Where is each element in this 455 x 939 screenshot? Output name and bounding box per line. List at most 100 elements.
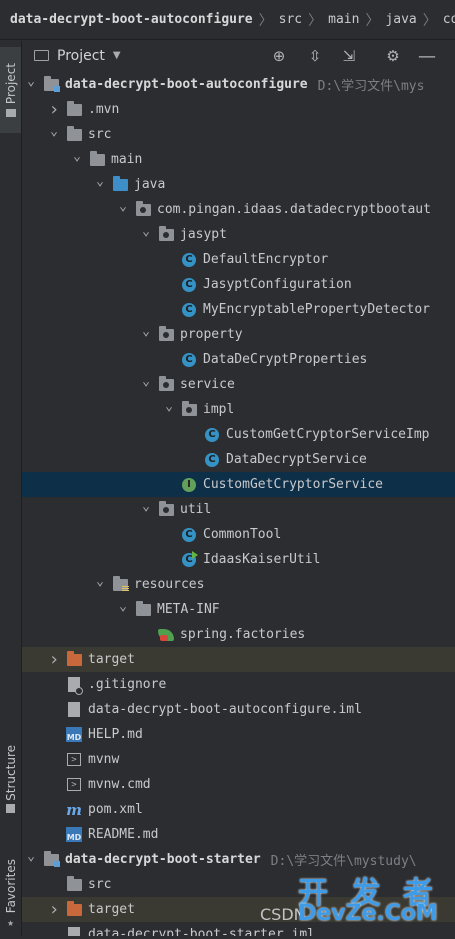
breadcrumb-separator-icon: 〉 (422, 12, 437, 29)
file-icon (66, 927, 82, 936)
breadcrumb-item[interactable]: java (385, 12, 416, 27)
markdown-icon: MD (66, 827, 82, 843)
tree-node[interactable]: m pom.xml (22, 797, 455, 822)
project-view-selector[interactable]: Project (57, 48, 105, 64)
chevron-down-icon[interactable]: ⌄ (93, 174, 107, 189)
tree-node[interactable]: ⌄ src (22, 122, 455, 147)
expand-all-icon[interactable]: ⇳ (306, 47, 324, 65)
tree-node[interactable]: C DefaultEncryptor (22, 247, 455, 272)
chevron-down-icon[interactable]: ⌄ (139, 499, 153, 514)
file-icon (66, 702, 82, 718)
tree-node-label: main (111, 152, 143, 167)
structure-tool-tab[interactable]: Structure (0, 729, 21, 829)
collapse-all-icon[interactable]: ⇲ (340, 47, 358, 65)
tree-node-label: mvnw (88, 752, 120, 767)
tree-node-label: com.pingan.idaas.datadecryptbootaut (157, 202, 431, 217)
tree-node[interactable]: > mvnw (22, 747, 455, 772)
tree-node-label: JasyptConfiguration (203, 277, 352, 292)
tree-node[interactable]: ⌄ com.pingan.idaas.datadecryptbootaut (22, 197, 455, 222)
chevron-down-icon[interactable]: ⌄ (24, 74, 38, 89)
tree-node-label: HELP.md (88, 727, 143, 742)
devze-watermark-en: DevZe.CoM (298, 901, 438, 926)
tree-node-label: DataDecryptService (226, 452, 367, 467)
tree-node[interactable]: ⌄ util (22, 497, 455, 522)
class-icon: C (181, 352, 197, 368)
breadcrumb-separator-icon: 〉 (258, 12, 273, 29)
chevron-down-icon[interactable]: ⌄ (139, 224, 153, 239)
locate-icon[interactable]: ⊕ (270, 47, 288, 65)
chevron-right-icon[interactable]: › (47, 899, 61, 920)
source-folder-icon (112, 175, 128, 193)
tree-node-label: .mvn (88, 102, 120, 117)
tree-node[interactable]: C IdaasKaiserUtil (22, 547, 455, 572)
chevron-down-icon[interactable]: ⌄ (24, 849, 38, 864)
tree-node[interactable]: I CustomGetCryptorService (22, 472, 455, 497)
tree-node-label: MyEncryptablePropertyDetector (203, 302, 430, 317)
breadcrumb-separator-icon: 〉 (308, 12, 323, 29)
gear-icon[interactable]: ⚙ (384, 47, 402, 65)
tree-node[interactable]: ⌄ main (22, 147, 455, 172)
tree-node[interactable]: ⌄ resources (22, 572, 455, 597)
folder-icon (66, 125, 82, 143)
tree-node[interactable]: ⌄ impl (22, 397, 455, 422)
chevron-down-icon[interactable]: ⌄ (47, 124, 61, 139)
tree-node[interactable]: > mvnw.cmd (22, 772, 455, 797)
tree-node[interactable]: spring.factories (22, 622, 455, 647)
chevron-right-icon[interactable]: › (47, 649, 61, 670)
favorites-tool-tab[interactable]: Favorites ★ (0, 849, 21, 939)
tree-node-label: impl (203, 402, 235, 417)
spring-icon (158, 627, 174, 643)
chevron-down-icon[interactable]: ⌄ (139, 374, 153, 389)
structure-icon (6, 804, 15, 814)
tree-node[interactable]: MD HELP.md (22, 722, 455, 747)
project-tool-tab[interactable]: Project (0, 47, 21, 133)
tree-node[interactable]: C MyEncryptablePropertyDetector (22, 297, 455, 322)
maven-icon: m (66, 800, 82, 819)
package-icon (181, 400, 197, 418)
resources-folder-icon (112, 575, 129, 593)
chevron-down-icon[interactable]: ⌄ (93, 574, 107, 589)
breadcrumb-item[interactable]: src (279, 12, 302, 27)
tree-node[interactable]: ⌄ META-INF (22, 597, 455, 622)
tree-node[interactable]: .gitignore (22, 672, 455, 697)
chevron-down-icon[interactable]: ▼ (113, 50, 121, 61)
tree-node-label: CustomGetCryptorServiceImp (226, 427, 430, 442)
tree-node[interactable]: C DataDecryptService (22, 447, 455, 472)
chevron-down-icon[interactable]: ⌄ (162, 399, 176, 414)
chevron-down-icon[interactable]: ⌄ (70, 149, 84, 164)
tree-node-label: util (180, 502, 212, 517)
tree-node[interactable]: MD README.md (22, 822, 455, 847)
chevron-down-icon[interactable]: ⌄ (116, 199, 130, 214)
tree-node[interactable]: C CommonTool (22, 522, 455, 547)
favorites-tool-tab-label: Favorites (3, 858, 18, 914)
tree-node[interactable]: C DataDeCryptProperties (22, 347, 455, 372)
tree-node[interactable]: › .mvn (22, 97, 455, 122)
chevron-down-icon[interactable]: ⌄ (139, 324, 153, 339)
tree-node-label: data-decrypt-boot-autoconfigure (65, 77, 308, 92)
package-icon (158, 375, 174, 393)
tree-node-label: src (88, 877, 112, 892)
class-icon: C (181, 527, 197, 543)
breadcrumb-item[interactable]: com (443, 12, 455, 27)
tree-node-label: META-INF (157, 602, 220, 617)
excluded-folder-icon (66, 900, 82, 918)
tree-node[interactable]: C CustomGetCryptorServiceImp (22, 422, 455, 447)
tree-node[interactable]: ⌄ jasypt (22, 222, 455, 247)
tree-node[interactable]: data-decrypt-boot-autoconfigure.iml (22, 697, 455, 722)
breadcrumb-item[interactable]: main (328, 12, 359, 27)
tree-node[interactable]: ⌄ data-decrypt-boot-autoconfigure D:\学习文件\… (22, 72, 455, 97)
tool-window-strip: Project Structure Favorites ★ (0, 41, 22, 936)
tree-node[interactable]: › target (22, 647, 455, 672)
tree-node[interactable]: ⌄ property (22, 322, 455, 347)
tree-node[interactable]: C JasyptConfiguration (22, 272, 455, 297)
chevron-right-icon[interactable]: › (47, 99, 61, 120)
tree-node-label: java (134, 177, 166, 192)
tree-node-label: IdaasKaiserUtil (203, 552, 321, 567)
tree-node[interactable]: ⌄ service (22, 372, 455, 397)
tree-node-label: data-decrypt-boot-autoconfigure.iml (88, 702, 362, 717)
chevron-down-icon[interactable]: ⌄ (116, 599, 130, 614)
breadcrumb-item[interactable]: data-decrypt-boot-autoconfigure (10, 12, 253, 27)
minimize-icon[interactable]: — (418, 46, 436, 67)
tree-node[interactable]: ⌄ java (22, 172, 455, 197)
folder-icon (34, 50, 49, 61)
